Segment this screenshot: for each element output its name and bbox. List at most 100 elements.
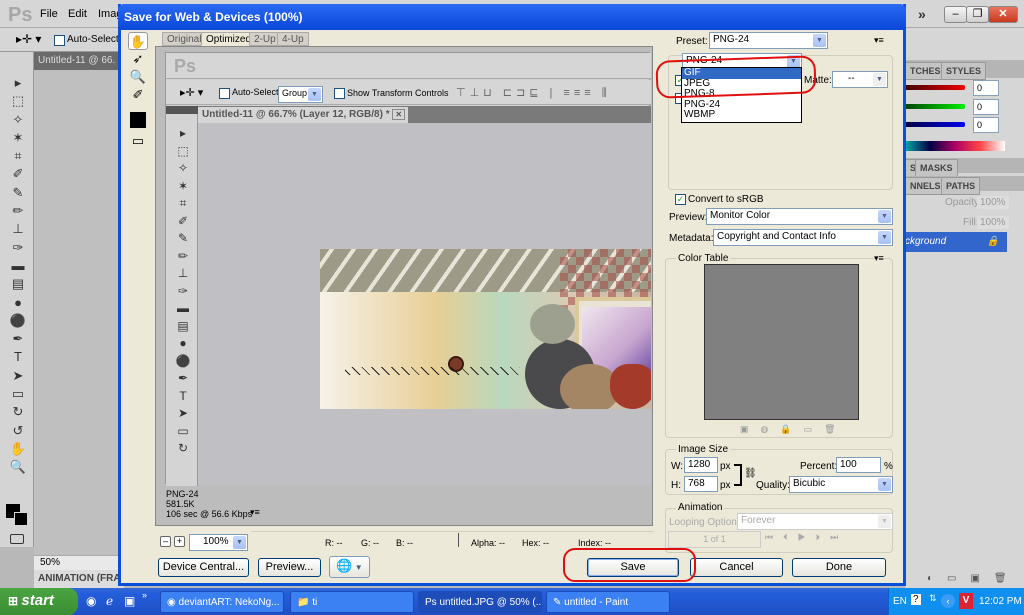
constrain-bracket [734, 464, 742, 486]
help-tray-icon[interactable]: ? [911, 594, 921, 605]
hand-tool-icon[interactable]: ✋ [128, 32, 148, 50]
animation-playback-buttons[interactable]: ⏮⏴▶⏵⏭ [765, 532, 848, 543]
tool-list[interactable]: ▸ ⬚ ✧ ✶ ⌗ ✐ ✎ ✏ ⊥ ✑ ▬ ▤ ● ⚫ ✒ T ➤ ▭ ↻ ↺ ✋ 🔍 [7, 74, 29, 477]
annotation-circle-dropdown [655, 55, 817, 99]
eyedropper-tool-icon[interactable]: ✐ [128, 86, 148, 104]
channels-tab[interactable]: NNELS [905, 177, 946, 195]
show-hidden-icons-button[interactable]: ‹ [941, 594, 955, 608]
clock[interactable]: 12:02 PM [979, 596, 1022, 607]
toggle-slices-icon[interactable]: ▭ [128, 132, 148, 150]
layer-background-row[interactable]: ckground 🔒 [905, 232, 1007, 252]
readout-r: R: -- [325, 538, 343, 548]
quicklaunch-firefox-icon[interactable]: ◉ [86, 594, 96, 608]
close-button[interactable]: ✕ [988, 6, 1018, 23]
taskbar-item-photoshop[interactable]: Ps untitled.JPG @ 50% (... [418, 591, 542, 613]
optimize-menu-icon[interactable]: ▾≡ [874, 35, 884, 46]
height-input[interactable]: 768 [684, 476, 718, 492]
zoom-select[interactable]: 100% ▼ [189, 534, 248, 551]
ps-menu-file[interactable]: File [40, 8, 58, 20]
quicklaunch-ie-icon[interactable]: ℯ [106, 594, 113, 608]
masks-tab[interactable]: MASKS [915, 159, 958, 177]
looping-options-label: Looping Options: [669, 517, 745, 528]
background-color-swatch[interactable] [14, 512, 28, 526]
matte-select[interactable]: -- ▼ [832, 71, 888, 88]
convert-srgb-checkbox[interactable]: ✓ [675, 194, 686, 205]
tab-4-up[interactable]: 4-Up [277, 32, 309, 46]
preview-select[interactable]: Monitor Color ▼ [706, 208, 893, 225]
convert-srgb-label: Convert to sRGB [688, 194, 764, 205]
annotation-circle-save [563, 548, 696, 582]
preview-image-photoshop: Ps ▸✛ ▾ Auto-Select: Group ▼ Show Transfo… [165, 52, 651, 486]
green-slider[interactable] [905, 104, 965, 109]
readout-g: G: -- [361, 538, 379, 548]
ps-right-panels: TCHES STYLES 0 0 0 S MASKS NNELS PATHS O… [905, 28, 1024, 588]
done-button[interactable]: Done [792, 558, 886, 577]
restore-button[interactable]: ❐ [966, 6, 989, 23]
antivirus-tray-icon[interactable]: V [959, 593, 973, 609]
tab-optimized[interactable]: Optimized [201, 32, 257, 46]
tab-original[interactable]: Original [162, 32, 207, 46]
height-label: H: [671, 480, 681, 491]
browser-preview-select[interactable]: 🌐 ▼ [329, 556, 370, 578]
width-input[interactable]: 1280 [684, 457, 718, 473]
paths-tab[interactable]: PATHS [941, 177, 981, 195]
format-option-wbmp[interactable]: WBMP [682, 109, 801, 121]
quicklaunch-app-icon[interactable]: ▣ [124, 594, 135, 608]
auto-select-checkbox[interactable] [54, 35, 65, 46]
preview-button[interactable]: Preview... [258, 558, 321, 577]
color-spectrum[interactable] [905, 141, 1005, 151]
preview-auto-select-label: Auto-Select: [232, 87, 282, 97]
ps-zoom-status[interactable]: 50% [34, 555, 124, 570]
zoom-tool-icon[interactable]: 🔍 [128, 68, 148, 86]
styles-tab[interactable]: STYLES [941, 62, 987, 80]
layer-panel-icons[interactable]: ◐▭▣🗑 [927, 573, 1021, 584]
zoom-out-button[interactable]: – [160, 536, 171, 547]
preset-select[interactable]: PNG-24 ▼ [709, 32, 828, 49]
percent-input[interactable]: 100 [836, 457, 881, 473]
tab-2-up[interactable]: 2-Up [249, 32, 281, 46]
quicklaunch-more-icon[interactable]: » [142, 590, 147, 600]
blue-slider[interactable] [905, 122, 965, 127]
quality-select[interactable]: Bicubic ▼ [789, 476, 893, 493]
preset-label: Preset: [676, 36, 708, 47]
color-table-action-icons[interactable]: ▣◍🔒▭🗑 [740, 424, 848, 435]
height-unit: px [720, 480, 731, 491]
preview-artwork [320, 249, 651, 409]
constrain-proportions-icon[interactable]: ⛓ [744, 468, 757, 479]
opacity-field[interactable]: 100% [977, 196, 1009, 209]
minimize-button[interactable]: – [944, 6, 967, 23]
quick-mask-icon[interactable] [10, 534, 24, 544]
metadata-select[interactable]: Copyright and Contact Info ▼ [713, 229, 893, 246]
eyedropper-color-swatch[interactable] [130, 112, 146, 128]
preview-group-select: Group ▼ [278, 86, 323, 103]
language-indicator[interactable]: EN [893, 596, 907, 607]
move-tool-icon[interactable]: ▸✛ ▾ [16, 32, 41, 46]
folder-icon: 📁 [297, 597, 313, 608]
ps-menu-edit[interactable]: Edit [68, 8, 87, 20]
red-slider[interactable] [905, 85, 965, 90]
taskbar-item-folder[interactable]: 📁 ti [290, 591, 414, 613]
expand-icon[interactable]: » [918, 6, 926, 22]
zoom-in-button[interactable]: + [174, 536, 185, 547]
device-central-button[interactable]: Device Central... [158, 558, 249, 577]
fill-field[interactable]: 100% [977, 216, 1009, 229]
paint-icon: ✎ [553, 597, 565, 608]
red-value[interactable]: 0 [973, 80, 999, 96]
blue-value[interactable]: 0 [973, 117, 999, 133]
preview-transform-checkbox [334, 88, 345, 99]
color-table-menu-icon[interactable]: ▾≡ [874, 253, 884, 264]
looping-options-select[interactable]: Forever ▼ [737, 513, 893, 530]
preview-doc-tab: Untitled-11 @ 66.7% (Layer 12, RGB/8) * … [198, 107, 408, 123]
start-button[interactable]: ⊞ start [0, 588, 78, 615]
swatches-tab[interactable]: TCHES [905, 62, 946, 80]
slice-select-tool-icon[interactable]: ➶ [128, 50, 148, 68]
taskbar-item-paint[interactable]: ✎ untitled - Paint [546, 591, 670, 613]
cancel-button[interactable]: Cancel [690, 558, 783, 577]
download-options-menu-icon[interactable]: ▾≡ [250, 507, 260, 518]
ps-document-tab[interactable]: Untitled-11 @ 66. [34, 52, 124, 70]
green-value[interactable]: 0 [973, 99, 999, 115]
network-tray-icon[interactable]: ⇅ [929, 593, 937, 604]
ps-animation-panel-tab[interactable]: ANIMATION (FRAM [34, 570, 124, 588]
optimized-size: 581.5K [166, 499, 195, 509]
taskbar-item-deviantart[interactable]: ◉ deviantART: NekoNg... [160, 591, 284, 613]
